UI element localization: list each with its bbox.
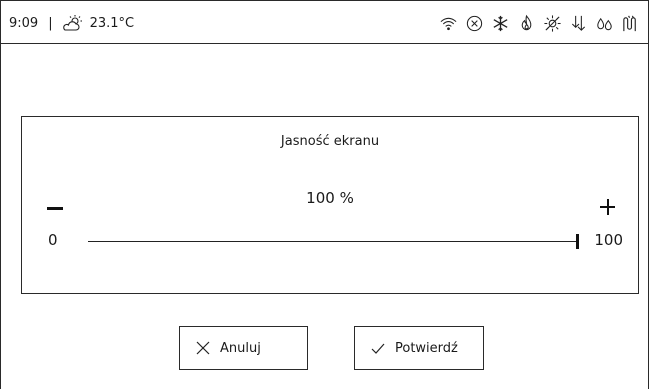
increase-button[interactable] xyxy=(594,194,622,222)
cancel-button[interactable]: Anuluj xyxy=(179,326,308,370)
arrows-down-icon[interactable] xyxy=(569,14,588,33)
flame-icon[interactable] xyxy=(517,14,536,33)
confirm-label: Potwierdź xyxy=(395,340,458,356)
temperature-readout: 23.1°C xyxy=(89,15,135,31)
brightness-slider[interactable] xyxy=(88,229,579,255)
partly-sunny-icon xyxy=(62,15,82,31)
minus-icon xyxy=(47,207,63,210)
screen-frame: 9:09 | 23.1°C Jasność ekranu 100 % 0 100… xyxy=(0,0,649,389)
circle-x-icon[interactable] xyxy=(465,14,484,33)
cancel-label: Anuluj xyxy=(220,340,261,356)
plus-icon-vertical xyxy=(606,199,609,215)
sun-crossed-icon[interactable] xyxy=(543,14,562,33)
heating-coil-icon[interactable] xyxy=(621,14,640,33)
decrease-button[interactable] xyxy=(44,197,72,221)
status-separator: | xyxy=(48,15,53,31)
brightness-value: 100 % xyxy=(306,189,354,207)
check-icon xyxy=(371,343,385,354)
close-icon xyxy=(196,341,210,355)
snowflake-icon[interactable] xyxy=(491,14,510,33)
slider-track[interactable] xyxy=(88,241,578,242)
slider-thumb[interactable] xyxy=(576,234,579,249)
status-left: 9:09 | 23.1°C xyxy=(9,13,134,33)
slider-max-label: 100 xyxy=(594,231,623,249)
slider-min-label: 0 xyxy=(48,231,58,249)
clock-time: 9:09 xyxy=(9,15,39,31)
brightness-dialog: Jasność ekranu 100 % 0 100 xyxy=(21,116,639,294)
wifi-icon[interactable] xyxy=(439,14,458,33)
status-bar: 9:09 | 23.1°C xyxy=(1,1,648,44)
status-icons xyxy=(439,11,640,35)
confirm-button[interactable]: Potwierdź xyxy=(354,326,484,370)
droplets-icon[interactable] xyxy=(595,14,614,33)
dialog-title: Jasność ekranu xyxy=(280,134,380,149)
